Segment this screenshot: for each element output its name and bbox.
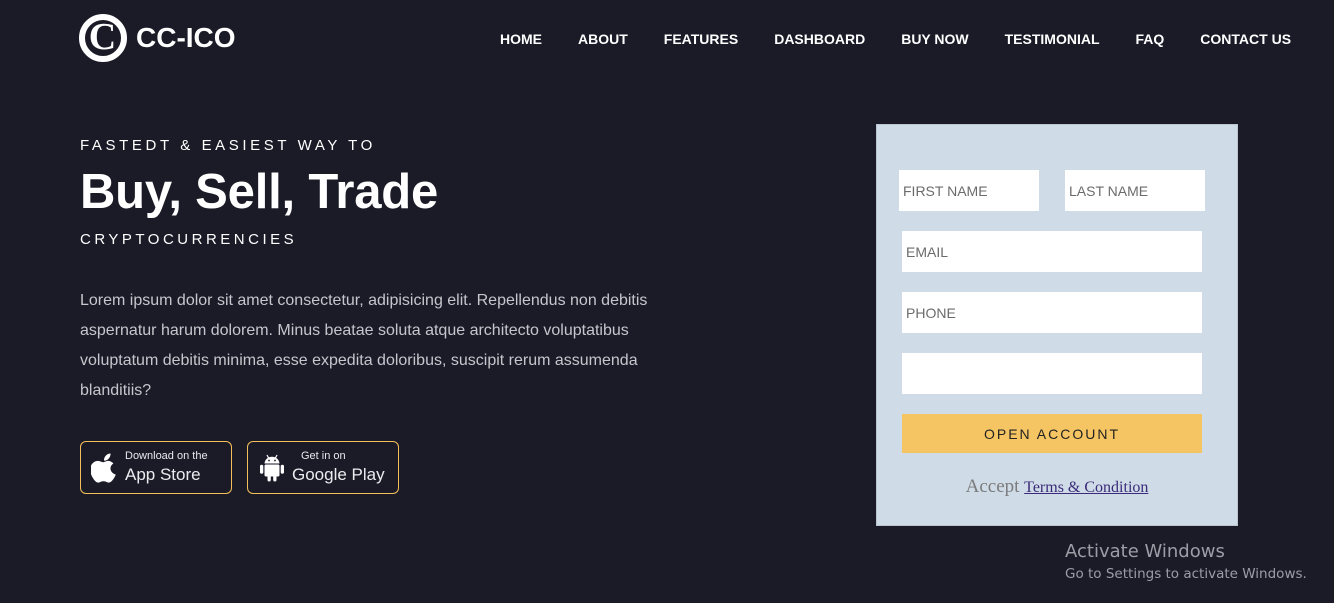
nav-faq[interactable]: FAQ — [1136, 31, 1165, 47]
app-store-button[interactable]: Download on the App Store — [80, 441, 232, 494]
nav-about[interactable]: ABOUT — [578, 31, 628, 47]
terms-link[interactable]: Terms & Condition — [1024, 479, 1148, 496]
open-account-button[interactable]: OPEN ACCOUNT — [902, 414, 1202, 453]
additional-input[interactable] — [902, 353, 1202, 394]
google-play-small-text: Get in on — [301, 450, 346, 462]
hero-headline: Buy, Sell, Trade — [80, 165, 439, 219]
watermark-title: Activate Windows — [1065, 541, 1225, 562]
nav-dashboard[interactable]: DASHBOARD — [774, 31, 865, 47]
apple-icon — [91, 453, 116, 483]
app-store-label: App Store — [125, 465, 201, 484]
phone-input[interactable] — [902, 292, 1202, 333]
nav-features[interactable]: FEATURES — [664, 31, 738, 47]
hero-paragraph: Lorem ipsum dolor sit amet consectetur, … — [80, 292, 648, 399]
accept-text: Accept — [965, 476, 1020, 497]
first-name-input[interactable] — [899, 170, 1039, 211]
watermark-subtitle: Go to Settings to activate Windows. — [1065, 566, 1307, 582]
last-name-input[interactable] — [1065, 170, 1205, 211]
google-play-label: Google Play — [292, 465, 385, 484]
brand-logo[interactable]: C CC-ICO — [79, 14, 236, 62]
nav-contact-us[interactable]: CONTACT US — [1200, 31, 1291, 47]
signup-form: OPEN ACCOUNT Accept Terms & Condition — [876, 124, 1238, 526]
brand-name: CC-ICO — [136, 22, 236, 53]
hero-subheading: CRYPTOCURRENCIES — [80, 231, 298, 248]
windows-activation-watermark: Activate Windows Go to Settings to activ… — [1065, 541, 1307, 582]
main-nav: HOME ABOUT FEATURES DASHBOARD BUY NOW TE… — [500, 31, 1291, 47]
terms-acceptance: Accept Terms & Condition — [877, 476, 1237, 498]
nav-home[interactable]: HOME — [500, 31, 542, 47]
nav-testimonial[interactable]: TESTIMONIAL — [1005, 31, 1100, 47]
logo-mark-letter: C — [88, 16, 117, 58]
nav-buy-now[interactable]: BUY NOW — [901, 31, 968, 47]
copyright-logo-icon: C — [79, 14, 127, 62]
google-play-button[interactable]: Get in on Google Play — [247, 441, 399, 494]
app-store-small-text: Download on the — [125, 450, 208, 462]
android-icon — [260, 454, 284, 481]
hero-eyebrow: FASTEDT & EASIEST WAY TO — [80, 137, 376, 154]
email-input[interactable] — [902, 231, 1202, 272]
